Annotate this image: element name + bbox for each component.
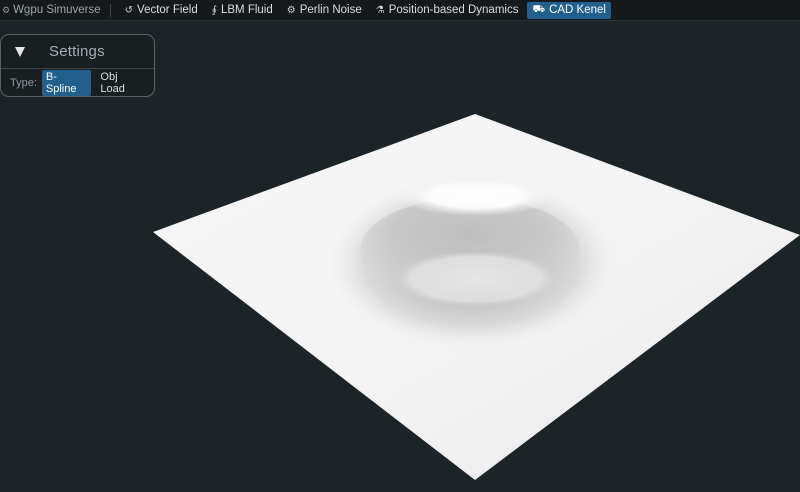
collapse-triangle-icon[interactable]: [15, 46, 25, 57]
vector-field-icon: ↺: [124, 4, 134, 16]
app-logo-icon: ⚙: [2, 4, 11, 15]
settings-title: Settings: [49, 43, 105, 60]
app-title: ⚙ Wgpu Simuverse: [0, 0, 110, 20]
flask-icon: ⚗: [375, 4, 385, 16]
tab-label: Vector Field: [137, 4, 198, 16]
type-label: Type:: [10, 76, 37, 89]
settings-header[interactable]: Settings: [1, 35, 154, 69]
tab-label: Position-based Dynamics: [388, 4, 519, 16]
tab-lbm-fluid[interactable]: ∮ LBM Fluid: [207, 2, 278, 19]
app-window: ⚙ Wgpu Simuverse ↺ Vector Field ∮ LBM Fl…: [0, 0, 800, 492]
option-b-spline[interactable]: B-Spline: [41, 69, 92, 96]
menu-divider: [109, 3, 111, 17]
type-selector-row: Type: B-Spline Obj Load: [1, 69, 154, 96]
top-menu-bar: ⚙ Wgpu Simuverse ↺ Vector Field ∮ LBM Fl…: [0, 0, 800, 21]
truck-icon: ⛟: [532, 3, 546, 15]
tab-label: CAD Kenel: [549, 4, 606, 16]
app-title-label: Wgpu Simuverse: [13, 4, 101, 16]
option-obj-load[interactable]: Obj Load: [96, 70, 149, 96]
fluid-icon: ∮: [211, 4, 217, 16]
tab-perlin-noise[interactable]: ⚙ Perlin Noise: [282, 2, 367, 19]
noise-gear-icon: ⚙: [286, 4, 296, 16]
tab-vector-field[interactable]: ↺ Vector Field: [120, 2, 203, 19]
tab-cad-kenel[interactable]: ⛟ CAD Kenel: [527, 1, 611, 19]
settings-panel: Settings Type: B-Spline Obj Load: [0, 34, 155, 97]
bspline-surface: [153, 114, 800, 480]
tab-position-based-dynamics[interactable]: ⚗ Position-based Dynamics: [371, 2, 524, 19]
tab-label: LBM Fluid: [220, 4, 273, 16]
tab-label: Perlin Noise: [299, 4, 362, 16]
